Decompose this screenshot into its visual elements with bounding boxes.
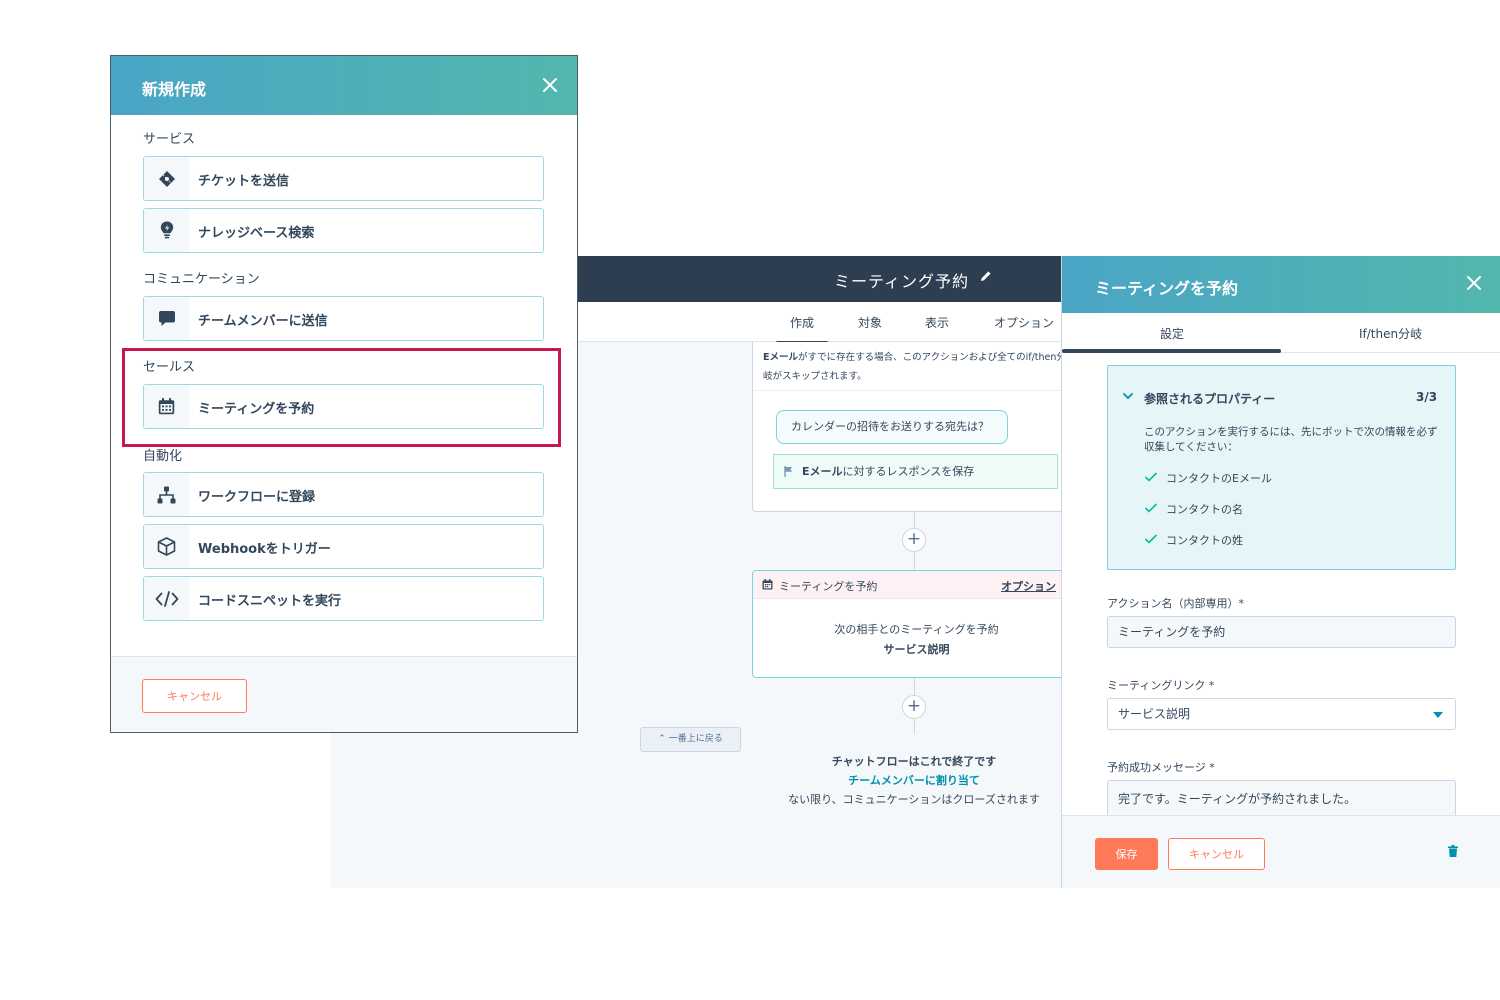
section-service: サービス <box>143 132 196 147</box>
card-title: ミーティングを予約 <box>779 580 878 593</box>
check-icon <box>1144 503 1158 513</box>
cube-icon <box>157 537 176 556</box>
tab-build[interactable]: 作成 <box>775 314 829 344</box>
end-title: チャットフローはこれで終了です <box>831 755 997 768</box>
card-meeting-name: サービス説明 <box>883 643 950 656</box>
assign-team-member-link[interactable]: チームメンバーに割り当て <box>742 772 1086 788</box>
caret-down-icon <box>1433 712 1443 718</box>
workflow-icon <box>157 486 176 503</box>
panel-title: ミーティングを予約 <box>1095 279 1239 298</box>
section-sales: セールス <box>143 360 196 375</box>
calendar-icon <box>762 579 773 590</box>
divider <box>753 390 1073 391</box>
action-name-label: アクション名（内部専用）* <box>1107 597 1244 610</box>
action-knowledge-base-search[interactable]: ナレッジベース検索 <box>143 208 544 253</box>
panel-body: 参照されるプロパティー 3/3 このアクションを実行するには、先にボットで次の情… <box>1062 353 1500 820</box>
property-item: コンタクトの姓 <box>1144 532 1243 548</box>
meeting-link-label: ミーティングリンク * <box>1107 679 1215 692</box>
tab-target[interactable]: 対象 <box>858 314 882 331</box>
cancel-button[interactable]: キャンセル <box>142 679 247 713</box>
add-step-button[interactable]: + <box>902 695 926 719</box>
panel-header: ミーティングを予約 <box>1062 256 1500 313</box>
success-message-input[interactable]: 完了です。ミーティングが予約されました。 <box>1107 780 1456 820</box>
back-to-top-button[interactable]: ⌃ 一番上に戻る <box>640 727 741 752</box>
skip-note: Eメールがすでに存在する場合、このアクションおよび全てのif/then分岐がスキ… <box>763 352 1066 382</box>
ticket-icon <box>158 170 175 187</box>
chevron-down-icon[interactable] <box>1122 390 1134 402</box>
code-icon <box>155 590 178 607</box>
tab-options[interactable]: オプション <box>994 314 1054 331</box>
action-book-meeting[interactable]: ミーティングを予約 <box>143 384 544 429</box>
properties-count: 3/3 <box>1416 390 1438 404</box>
card-options-link[interactable]: オプション <box>1001 578 1056 594</box>
meeting-link-select[interactable]: サービス説明 <box>1107 698 1456 730</box>
properties-title[interactable]: 参照されるプロパティー <box>1144 390 1275 407</box>
action-send-ticket[interactable]: チケットを送信 <box>143 156 544 201</box>
card-header: ミーティングを予約 オプション <box>753 571 1073 599</box>
modal-header: 新規作成 <box>111 56 577 115</box>
section-communication: コミュニケーション <box>143 272 260 287</box>
modal-title: 新規作成 <box>142 80 207 99</box>
action-send-to-team-member[interactable]: チームメンバーに送信 <box>143 296 544 341</box>
end-description: ない限り、コミュニケーションはクローズされます <box>788 793 1040 806</box>
lightbulb-icon <box>160 221 173 239</box>
property-item: コンタクトのEメール <box>1144 470 1272 486</box>
action-enroll-workflow[interactable]: ワークフローに登録 <box>143 472 544 517</box>
editor-title: ミーティング予約 <box>834 272 970 291</box>
pencil-icon[interactable] <box>980 270 992 282</box>
tab-if-then[interactable]: If/then分岐 <box>1359 325 1422 342</box>
panel-footer: 保存 キャンセル <box>1062 815 1500 888</box>
action-trigger-webhook[interactable]: Webhookをトリガー <box>143 524 544 569</box>
cancel-button[interactable]: キャンセル <box>1168 838 1265 870</box>
tab-display[interactable]: 表示 <box>925 314 949 331</box>
bot-question-bubble[interactable]: カレンダーの招待をお送りする宛先は？ <box>776 410 1008 444</box>
add-step-button[interactable]: + <box>902 528 926 552</box>
action-settings-panel: ミーティングを予約 設定 If/then分岐 参照されるプロパティー 3/3 こ… <box>1061 256 1500 888</box>
new-action-modal: 新規作成 サービス チケットを送信 ナレッジベース検索 コミュニケーション チー… <box>110 55 578 733</box>
flow-card-book-meeting[interactable]: ミーティングを予約 オプション 次の相手とのミーティングを予約 サービス説明 <box>752 570 1073 678</box>
tab-settings[interactable]: 設定 <box>1160 325 1184 342</box>
save-button[interactable]: 保存 <box>1095 838 1158 870</box>
close-icon[interactable] <box>1464 273 1484 293</box>
check-icon <box>1144 472 1158 482</box>
flag-icon <box>784 466 792 477</box>
calendar-icon <box>158 398 175 415</box>
save-response-row[interactable]: Eメールに対するレスポンスを保存 <box>773 454 1058 489</box>
panel-tabs: 設定 If/then分岐 <box>1062 313 1500 353</box>
properties-description: このアクションを実行するには、先にボットで次の情報を必ず収集してください： <box>1144 426 1438 453</box>
action-run-code-snippet[interactable]: コードスニペットを実行 <box>143 576 544 621</box>
chevron-up-icon: ⌃ <box>658 734 669 744</box>
card-description: 次の相手とのミーティングを予約 <box>834 623 999 636</box>
property-item: コンタクトの名 <box>1144 501 1243 517</box>
check-icon <box>1144 534 1158 544</box>
modal-footer: キャンセル <box>111 656 577 732</box>
success-message-label: 予約成功メッセージ * <box>1107 761 1215 774</box>
section-automation: 自動化 <box>143 449 183 464</box>
trash-icon[interactable] <box>1448 845 1458 857</box>
chat-bubble-icon <box>158 311 175 326</box>
close-icon[interactable] <box>540 75 560 95</box>
referenced-properties-box: 参照されるプロパティー 3/3 このアクションを実行するには、先にボットで次の情… <box>1107 365 1456 570</box>
flow-card-email[interactable]: Eメールがすでに存在する場合、このアクションおよび全てのif/then分岐がスキ… <box>752 342 1073 512</box>
action-name-input[interactable]: ミーティングを予約 <box>1107 616 1456 648</box>
